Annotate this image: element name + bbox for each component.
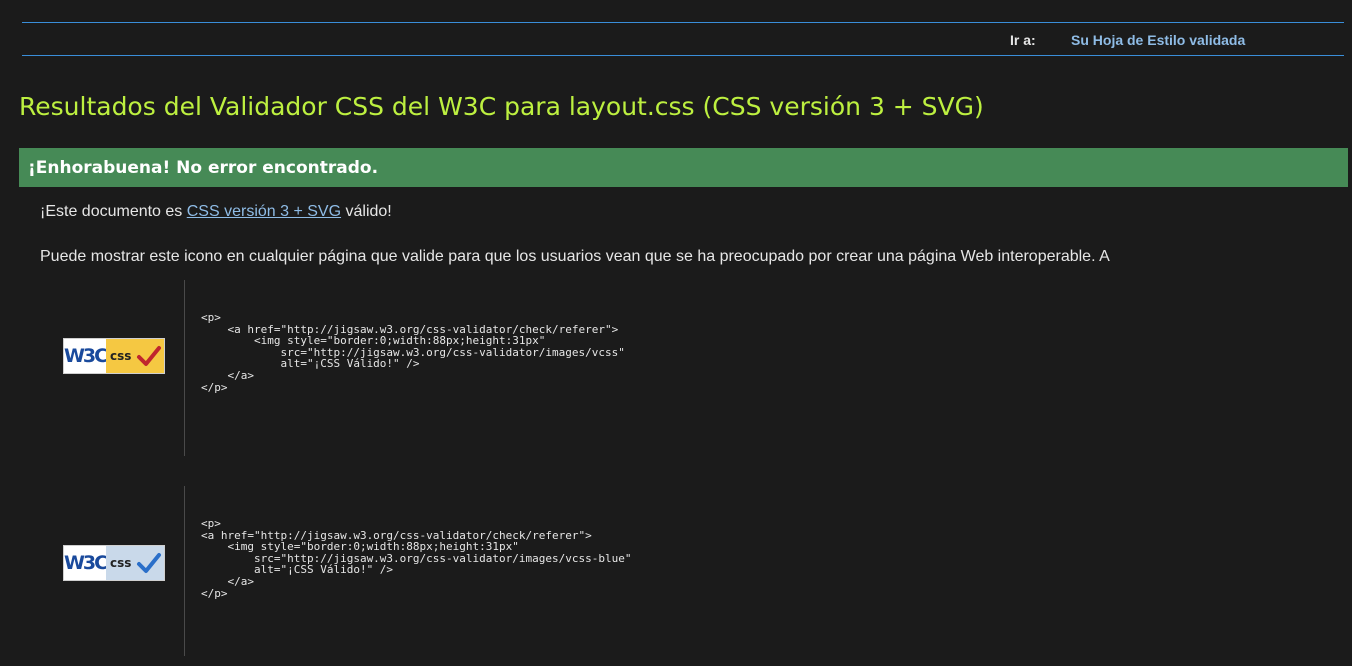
badge-code-snippet: <p> <a href="http://jigsaw.w3.org/css-va…: [201, 517, 632, 600]
valid-prefix: ¡Este documento es: [40, 203, 187, 220]
w3c-css-valid-gold-icon[interactable]: W3C css: [63, 338, 165, 374]
checkmark-icon: [137, 553, 161, 573]
jump-navigation-bar: Ir a: Su Hoja de Estilo validada: [22, 22, 1344, 56]
code-divider: [184, 486, 185, 656]
css-label: css: [106, 546, 164, 580]
jump-link-validated-stylesheet[interactable]: Su Hoja de Estilo validada: [1071, 32, 1245, 48]
icon-info-text: Puede mostrar este icono en cualquier pá…: [40, 248, 1110, 265]
w3c-logo-text: W3C: [64, 339, 108, 373]
valid-suffix: válido!: [341, 203, 392, 220]
badge-code-snippet: <p> <a href="http://jigsaw.w3.org/css-va…: [201, 311, 625, 394]
valid-document-message: ¡Este documento es CSS versión 3 + SVG v…: [40, 203, 392, 221]
css-text: css: [110, 349, 132, 363]
css-label: css: [106, 339, 164, 373]
w3c-css-valid-blue-icon[interactable]: W3C css: [63, 545, 165, 581]
css-text: css: [110, 556, 132, 570]
congratulations-banner: ¡Enhorabuena! No error encontrado.: [19, 148, 1348, 187]
w3c-logo-text: W3C: [64, 546, 108, 580]
jump-label: Ir a:: [1010, 32, 1036, 48]
css-profile-link[interactable]: CSS versión 3 + SVG: [187, 203, 341, 220]
checkmark-icon: [137, 346, 161, 366]
code-divider: [184, 280, 185, 456]
page-title: Resultados del Validador CSS del W3C par…: [19, 92, 984, 121]
